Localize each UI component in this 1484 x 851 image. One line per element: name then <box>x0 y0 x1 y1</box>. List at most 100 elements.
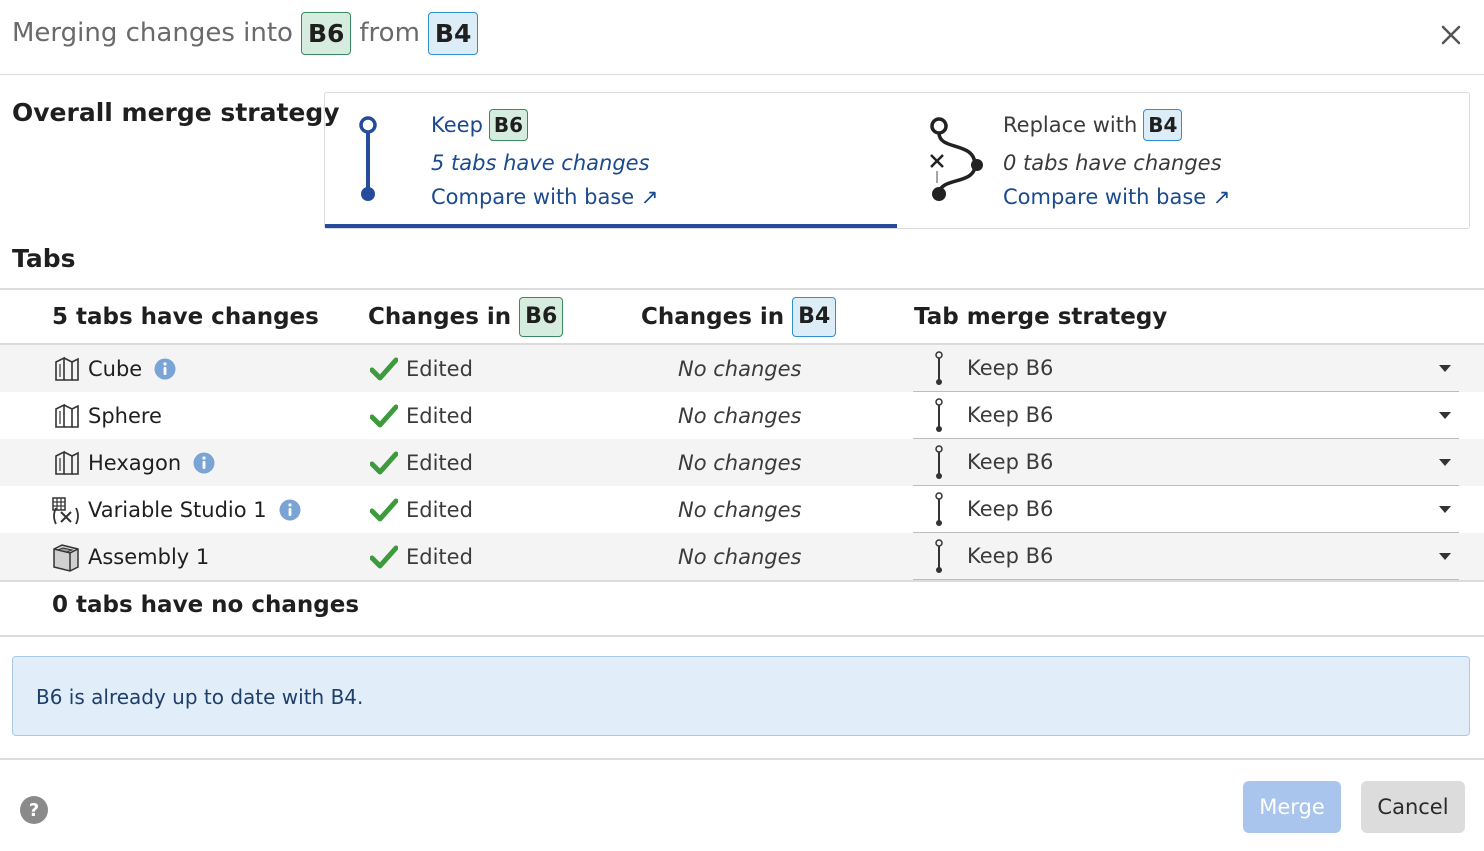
help-icon[interactable]: ? <box>19 795 49 825</box>
caret-down-icon <box>1439 553 1451 560</box>
table-row: Cube Edited No changes Keep B6 <box>0 345 1484 392</box>
target-change-text: Edited <box>406 544 473 569</box>
tab-name: Hexagon <box>88 450 182 475</box>
close-icon[interactable] <box>1436 20 1466 50</box>
col-header-source-changes: Changes in B4 <box>641 296 837 338</box>
title-prefix: Merging changes into <box>12 18 293 48</box>
checkmark-icon <box>370 545 398 569</box>
tab-strategy-select[interactable]: Keep B6 <box>913 345 1459 392</box>
checkmark-icon <box>370 404 398 428</box>
keep-branch-icon <box>931 398 947 439</box>
tab-strategy-value: Keep B6 <box>967 403 1054 427</box>
tab-name-cell: Variable Studio 1 <box>50 486 301 533</box>
tab-name-cell: Sphere <box>50 392 162 439</box>
keep-label-text: Keep <box>431 113 483 137</box>
target-branch-chip: B6 <box>300 11 352 55</box>
replace-strategy-option[interactable]: Replace with B4 0 tabs have changes Comp… <box>897 93 1469 228</box>
target-change-cell: Edited <box>370 439 473 486</box>
target-change-text: Edited <box>406 497 473 522</box>
source-change-cell: No changes <box>678 450 802 475</box>
info-icon[interactable] <box>154 358 176 380</box>
col-source-branch-chip: B4 <box>792 297 837 337</box>
target-change-text: Edited <box>406 450 473 475</box>
info-icon[interactable] <box>279 499 301 521</box>
table-row: Sphere Edited No changes Keep B6 <box>0 392 1484 439</box>
col-header-strategy: Tab merge strategy <box>914 296 1167 338</box>
tab-strategy-select[interactable]: Keep B6 <box>913 486 1459 533</box>
merge-button[interactable]: Merge <box>1243 781 1341 833</box>
tab-name: Cube <box>88 356 143 381</box>
keep-option-label: Keep B6 <box>431 109 529 141</box>
dialog-header: Merging changes into B6 from B4 <box>0 0 1484 75</box>
divider <box>0 288 1484 290</box>
caret-down-icon <box>1439 412 1451 419</box>
strategy-col-label: Tab merge strategy <box>914 304 1168 330</box>
assembly-icon <box>50 541 82 573</box>
target-change-cell: Edited <box>370 486 473 533</box>
keep-strategy-option[interactable]: Keep B6 5 tabs have changes Compare with… <box>325 93 897 228</box>
replace-summary: 0 tabs have changes <box>1003 151 1222 175</box>
caret-down-icon <box>1439 506 1451 513</box>
tab-name: Sphere <box>88 403 162 428</box>
tab-strategy-value: Keep B6 <box>967 356 1054 380</box>
dialog-title: Merging changes into B6 from B4 <box>12 10 479 56</box>
source-branch-chip: B4 <box>427 11 479 55</box>
tab-strategy-select[interactable]: Keep B6 <box>913 392 1459 439</box>
caret-down-icon <box>1439 459 1451 466</box>
changes-in-label: Changes in <box>368 304 512 330</box>
unchanged-count-label: 0 tabs have no changes <box>52 592 360 618</box>
keep-branch-chip: B6 <box>488 109 529 141</box>
tab-strategy-select[interactable]: Keep B6 <box>913 533 1459 580</box>
svg-text:?: ? <box>29 800 39 821</box>
col-header-target-changes: Changes in B6 <box>368 296 564 338</box>
target-change-text: Edited <box>406 403 473 428</box>
replace-label-text: Replace with <box>1003 113 1138 137</box>
part-studio-icon <box>50 447 82 479</box>
tab-strategy-select[interactable]: Keep B6 <box>913 439 1459 486</box>
tab-name-cell: Cube <box>50 345 176 392</box>
replace-option-label: Replace with B4 <box>1003 109 1183 141</box>
tab-strategy-value: Keep B6 <box>967 544 1054 568</box>
divider <box>0 635 1484 637</box>
cancel-button[interactable]: Cancel <box>1361 781 1465 833</box>
keep-branch-icon <box>931 492 947 533</box>
overall-strategy-title: Overall merge strategy <box>12 98 340 127</box>
part-studio-icon <box>50 353 82 385</box>
keep-branch-icon <box>931 351 947 392</box>
keep-branch-icon <box>359 116 377 201</box>
tab-name: Assembly 1 <box>88 544 210 569</box>
divider <box>0 758 1484 760</box>
tab-strategy-value: Keep B6 <box>967 450 1054 474</box>
target-change-cell: Edited <box>370 392 473 439</box>
variable-studio-icon <box>50 494 82 526</box>
divider <box>0 580 1484 582</box>
keep-summary: 5 tabs have changes <box>431 151 650 175</box>
part-studio-icon <box>50 400 82 432</box>
tabs-title: Tabs <box>12 244 76 273</box>
target-change-cell: Edited <box>370 345 473 392</box>
checkmark-icon <box>370 357 398 381</box>
target-change-cell: Edited <box>370 533 473 580</box>
changes-in-label: Changes in <box>641 304 785 330</box>
source-change-cell: No changes <box>678 403 802 428</box>
up-to-date-notice: B6 is already up to date with B4. <box>12 656 1470 736</box>
title-middle: from <box>359 18 420 48</box>
source-change-cell: No changes <box>678 356 802 381</box>
checkmark-icon <box>370 451 398 475</box>
keep-branch-icon <box>931 445 947 486</box>
checkmark-icon <box>370 498 398 522</box>
changed-count-label: 5 tabs have changes <box>52 304 319 330</box>
target-change-text: Edited <box>406 356 473 381</box>
table-row: Assembly 1 Edited No changes Keep B6 <box>0 533 1484 580</box>
replace-branch-chip: B4 <box>1143 109 1183 141</box>
col-header-tabs: 5 tabs have changes <box>52 296 319 338</box>
replace-compare-link[interactable]: Compare with base ↗ <box>1003 185 1231 209</box>
keep-branch-icon <box>931 539 947 580</box>
info-icon[interactable] <box>193 452 215 474</box>
tab-name-cell: Hexagon <box>50 439 215 486</box>
source-change-cell: No changes <box>678 544 802 569</box>
caret-down-icon <box>1439 365 1451 372</box>
keep-compare-link[interactable]: Compare with base ↗ <box>431 185 659 209</box>
tab-name-cell: Assembly 1 <box>50 533 209 580</box>
col-target-branch-chip: B6 <box>519 297 564 337</box>
